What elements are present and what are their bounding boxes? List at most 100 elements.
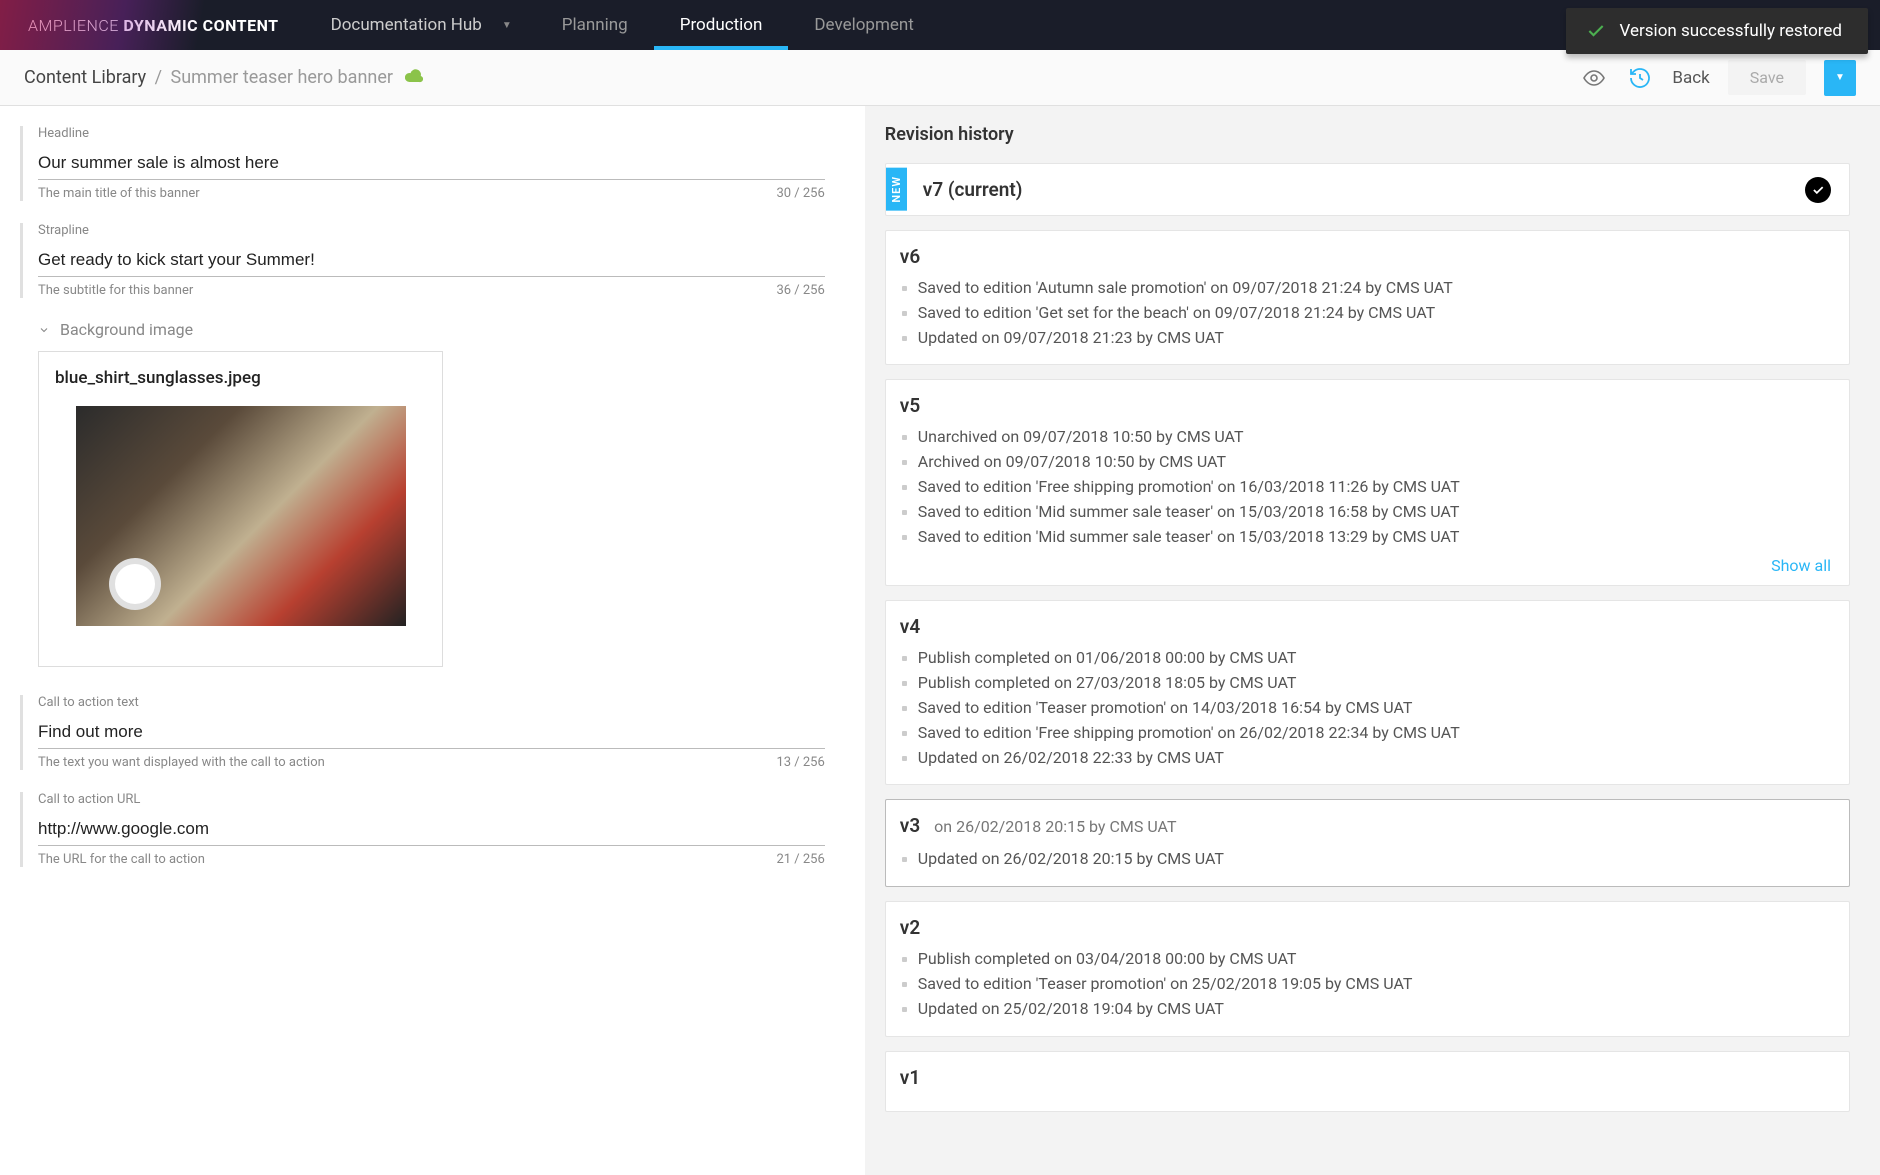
background-image-toggle[interactable]: Background image [38,320,825,339]
revision-event: Saved to edition 'Teaser promotion' on 2… [900,972,1831,997]
save-dropdown-button[interactable]: ▼ [1824,60,1856,96]
revision-meta: on 26/02/2018 20:15 by CMS UAT [934,817,1176,836]
chevron-down-icon [38,324,50,336]
revision-card[interactable]: v4 Publish completed on 01/06/2018 00:00 … [885,600,1850,785]
char-counter: 36 / 256 [776,283,824,298]
main-content: Headline The main title of this banner 3… [0,106,1880,1175]
field-hint: The URL for the call to action [38,852,205,867]
revision-card[interactable]: v5 Unarchived on 09/07/2018 10:50 by CMS … [885,379,1850,586]
revision-event: Updated on 25/02/2018 19:04 by CMS UAT [900,997,1831,1022]
check-icon [1586,21,1606,41]
revision-events: Saved to edition 'Autumn sale promotion'… [900,276,1831,350]
revision-title: Revision history [885,124,1850,145]
top-bar: AMPLIENCE DYNAMIC CONTENT Documentation … [0,0,1880,50]
field-hint: The subtitle for this banner [38,283,193,298]
revision-event: Saved to edition 'Get set for the beach'… [900,301,1831,326]
field-headline: Headline The main title of this banner 3… [20,126,825,201]
revision-card[interactable]: v6 Saved to edition 'Autumn sale promotio… [885,230,1850,365]
strapline-input[interactable] [38,244,825,277]
revision-number: v4 [900,615,1831,638]
revision-event: Publish completed on 03/04/2018 00:00 by… [900,947,1831,972]
background-image-card[interactable]: blue_shirt_sunglasses.jpeg [38,351,443,667]
content-form: Headline The main title of this banner 3… [0,106,865,1175]
revision-card[interactable]: v2 Publish completed on 03/04/2018 00:00 … [885,901,1850,1036]
sub-bar: Content Library / Summer teaser hero ban… [0,50,1880,106]
revision-event: Saved to edition 'Teaser promotion' on 1… [900,696,1831,721]
toast-notification: Version successfully restored [1566,8,1868,54]
revision-event: Saved to edition 'Free shipping promotio… [900,721,1831,746]
toast-message: Version successfully restored [1620,21,1842,41]
revision-panel: Revision history NEW v7 (current) v6 Save… [865,106,1880,1175]
field-strapline: Strapline The subtitle for this banner 3… [20,223,825,298]
breadcrumb-separator: / [155,67,162,88]
revision-event: Updated on 26/02/2018 22:33 by CMS UAT [900,746,1831,771]
revision-events: Unarchived on 09/07/2018 10:50 by CMS UA… [900,425,1831,549]
hub-selector[interactable]: Documentation Hub ▼ [307,0,536,50]
brand-bold: DYNAMIC CONTENT [123,16,278,35]
field-label: Headline [38,126,825,141]
brand-light: AMPLIENCE [28,16,119,35]
section-label: Background image [60,320,193,339]
save-button: Save [1728,60,1806,95]
revision-event: Updated on 26/02/2018 20:15 by CMS UAT [900,847,1831,872]
tab-planning[interactable]: Planning [536,0,654,50]
revision-event: Publish completed on 27/03/2018 18:05 by… [900,671,1831,696]
revision-events: Publish completed on 01/06/2018 00:00 by… [900,646,1831,770]
revision-event: Saved to edition 'Mid summer sale teaser… [900,500,1831,525]
revision-event: Updated on 09/07/2018 21:23 by CMS UAT [900,326,1831,351]
tab-label: Development [814,15,913,35]
breadcrumb-root[interactable]: Content Library [24,67,146,88]
revision-list: v6 Saved to edition 'Autumn sale promotio… [885,230,1850,1112]
revision-current[interactable]: NEW v7 (current) [885,163,1850,216]
field-cta-text: Call to action text The text you want di… [20,695,825,770]
revision-number: v3 [900,814,920,837]
preview-icon[interactable] [1580,64,1608,92]
check-circle-icon [1805,177,1831,203]
revision-number: v6 [900,245,1831,268]
image-filename: blue_shirt_sunglasses.jpeg [55,368,426,388]
revision-event: Saved to edition 'Autumn sale promotion'… [900,276,1831,301]
brand-logo: AMPLIENCE DYNAMIC CONTENT [0,0,307,50]
field-hint: The text you want displayed with the cal… [38,755,325,770]
char-counter: 13 / 256 [776,755,824,770]
tab-label: Planning [562,15,628,35]
headline-input[interactable] [38,147,825,180]
revision-number: v5 [900,394,1831,417]
revision-events: Updated on 26/02/2018 20:15 by CMS UAT [900,847,1831,872]
field-cta-url: Call to action URL The URL for the call … [20,792,825,867]
revision-event: Saved to edition 'Free shipping promotio… [900,475,1831,500]
tab-development[interactable]: Development [788,0,939,50]
breadcrumb: Content Library / Summer teaser hero ban… [24,67,423,88]
revision-number: v2 [900,916,1831,939]
cloud-icon [405,71,423,87]
revision-label: v7 (current) [907,164,1039,215]
history-icon[interactable] [1626,64,1654,92]
caret-down-icon: ▼ [502,20,512,31]
image-thumbnail [76,406,406,626]
char-counter: 21 / 256 [776,852,824,867]
tab-production[interactable]: Production [654,0,789,50]
hub-label: Documentation Hub [331,15,482,35]
tab-label: Production [680,15,763,35]
revision-event: Archived on 09/07/2018 10:50 by CMS UAT [900,450,1831,475]
field-hint: The main title of this banner [38,186,200,201]
nav-tabs: Planning Production Development [536,0,940,50]
revision-events: Publish completed on 03/04/2018 00:00 by… [900,947,1831,1021]
revision-number: v1 [900,1066,1831,1089]
revision-card[interactable]: v3 on 26/02/2018 20:15 by CMS UAT Updated … [885,799,1850,887]
breadcrumb-leaf: Summer teaser hero banner [171,67,393,88]
cta-url-input[interactable] [38,813,825,846]
field-label: Call to action text [38,695,825,710]
top-nav: Documentation Hub ▼ Planning Production … [307,0,940,50]
field-label: Call to action URL [38,792,825,807]
back-button[interactable]: Back [1672,68,1709,88]
cta-text-input[interactable] [38,716,825,749]
field-label: Strapline [38,223,825,238]
revision-event: Publish completed on 01/06/2018 00:00 by… [900,646,1831,671]
show-all-link[interactable]: Show all [1771,556,1831,575]
revision-card[interactable]: v1 [885,1051,1850,1112]
revision-event: Saved to edition 'Mid summer sale teaser… [900,525,1831,550]
char-counter: 30 / 256 [776,186,824,201]
new-badge: NEW [886,168,907,211]
revision-event: Unarchived on 09/07/2018 10:50 by CMS UA… [900,425,1831,450]
